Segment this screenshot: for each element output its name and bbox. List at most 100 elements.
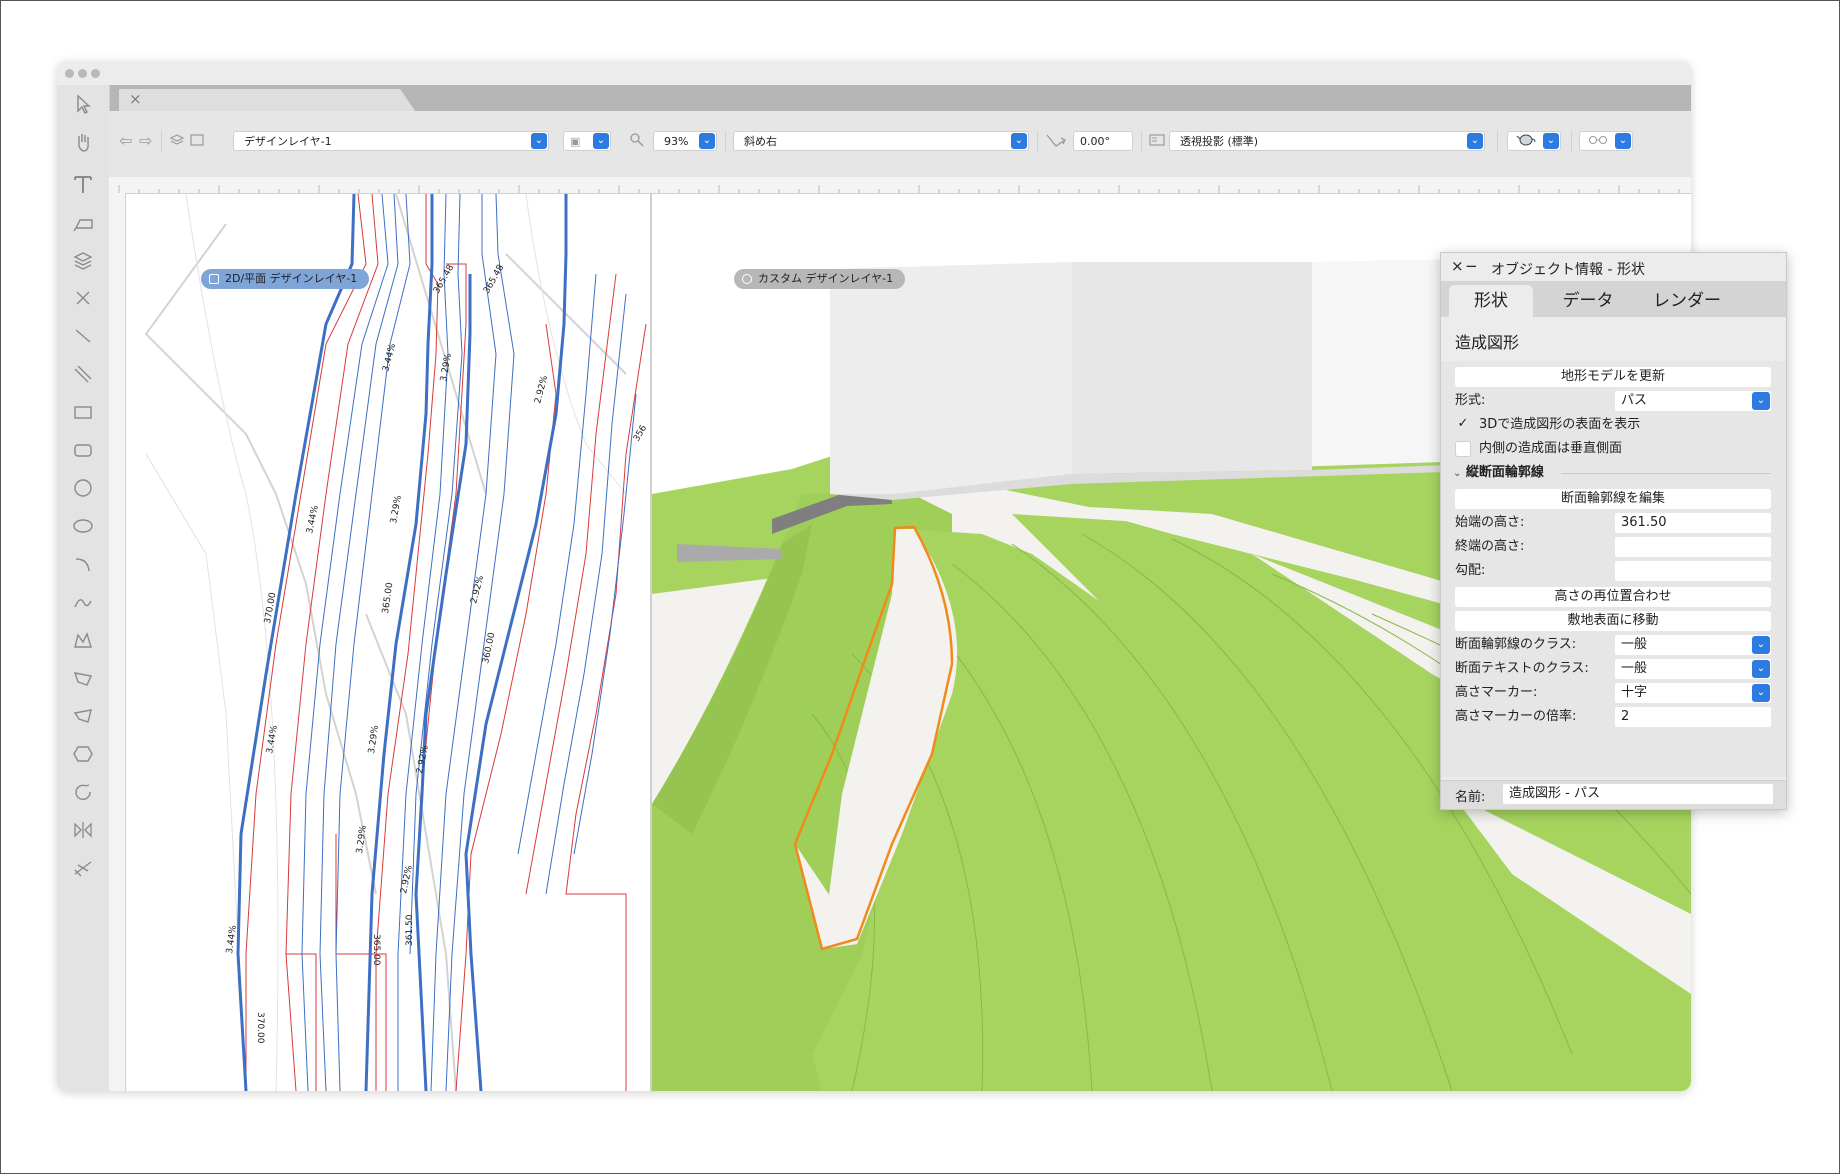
layers-icon[interactable] [169, 132, 185, 152]
plan-annotation: 3.44% [305, 504, 321, 534]
angle-field[interactable]: 0.00° [1073, 131, 1133, 151]
document-tab[interactable] [119, 89, 415, 111]
sheet-icon[interactable] [189, 132, 205, 152]
polygon-tool-icon[interactable] [71, 667, 95, 691]
edit-profile-button[interactable]: 断面輪郭線を編集 [1455, 489, 1771, 509]
oval-tool-icon[interactable] [71, 515, 95, 539]
slope-field[interactable] [1615, 561, 1771, 581]
pan-tool-icon[interactable] [71, 131, 95, 155]
form-select-value: パス [1621, 393, 1648, 408]
close-icon[interactable]: × [1451, 257, 1464, 275]
selection-tool-icon[interactable] [71, 93, 95, 117]
toolbar-separator [1141, 131, 1142, 153]
callout-tool-icon[interactable] [71, 211, 95, 235]
rectangle-tool-icon[interactable] [71, 401, 95, 425]
window-minimize-dot[interactable] [78, 69, 87, 78]
horizontal-ruler[interactable] [109, 177, 1691, 194]
vertical-side-checkbox[interactable] [1455, 441, 1471, 457]
tab-render[interactable]: レンダー [1637, 285, 1737, 317]
plan-drawing: 365.48 365.48 3.44% 3.29% 2.92% 3.44% 37… [144, 194, 649, 1091]
chevron-down-icon: ⌄ [1752, 684, 1770, 702]
projection-select[interactable]: 透視投影 (標準) ⌄ [1169, 131, 1485, 151]
plan-annotation: 360.00 [481, 631, 497, 664]
render-style-select[interactable]: ⌄ [1507, 131, 1561, 151]
start-height-label: 始端の高さ: [1455, 515, 1525, 530]
show-3d-surface-checkbox[interactable]: ✓ [1455, 417, 1471, 433]
plan-annotation: 361.50 [405, 914, 415, 946]
3d-view-label[interactable]: カスタム デザインレイヤ-1 [734, 269, 906, 289]
palette-title: オブジェクト情報 - 形状 [1491, 262, 1645, 278]
layer-select[interactable]: デザインレイヤ-1 ⌄ [233, 131, 549, 151]
hexagon-tool-icon[interactable] [71, 743, 95, 767]
window-close-dot[interactable] [65, 69, 74, 78]
render-mode-select[interactable]: ▣ ⌄ [563, 131, 611, 151]
3d-view-label-text: カスタム デザインレイヤ-1 [758, 272, 894, 285]
collapse-icon[interactable]: − [1465, 257, 1478, 275]
plan-view-label-text: 2D/平面 デザインレイヤ-1 [225, 272, 358, 285]
window-zoom-dot[interactable] [91, 69, 100, 78]
plan-annotation: 365.00 [371, 934, 381, 966]
angle-value: 0.00° [1080, 135, 1110, 148]
toolbar-separator [725, 131, 726, 153]
mirror-tool-icon[interactable] [71, 819, 95, 843]
chevron-down-icon: ⌄ [1453, 468, 1462, 479]
double-line-tool-icon[interactable] [71, 363, 95, 387]
back-arrow-icon[interactable]: ⇦ [119, 132, 132, 150]
polyline-tool-icon[interactable] [71, 629, 95, 653]
height-marker-label: 高さマーカー: [1455, 685, 1538, 700]
line-tool-icon[interactable] [71, 325, 95, 349]
tab-data[interactable]: データ [1543, 285, 1633, 317]
freehand-tool-icon[interactable] [71, 591, 95, 615]
height-marker-select[interactable]: 十字 ⌄ [1615, 683, 1771, 703]
zoom-icon[interactable] [629, 132, 645, 152]
text-tool-icon[interactable] [71, 173, 95, 197]
projection-icon[interactable] [1149, 132, 1165, 152]
tab-close-icon[interactable]: × [129, 90, 142, 108]
view-select[interactable]: 斜め右 ⌄ [733, 131, 1029, 151]
vertical-side-label: 内側の造成面は垂直側面 [1479, 441, 1623, 456]
double-polygon-tool-icon[interactable] [71, 705, 95, 729]
projection-select-value: 透視投影 (標準) [1180, 135, 1259, 148]
name-field[interactable]: 造成図形 - パス [1503, 784, 1773, 804]
3d-view-icon [742, 274, 752, 284]
plan-annotation: 3.29% [389, 494, 404, 524]
toolbar-separator [1497, 131, 1498, 153]
end-height-field[interactable] [1615, 537, 1771, 557]
text-class-select[interactable]: 一般 ⌄ [1615, 659, 1771, 679]
vertical-ruler[interactable] [109, 193, 126, 1091]
toolbar-separator [161, 131, 162, 153]
palette-header[interactable]: × − オブジェクト情報 - 形状 [1441, 253, 1786, 281]
layer-select-value: デザインレイヤ-1 [244, 135, 332, 148]
chevron-down-icon: ⌄ [1011, 133, 1027, 149]
update-site-model-button[interactable]: 地形モデルを更新 [1455, 367, 1771, 387]
marker-scale-label: 高さマーカーの倍率: [1455, 709, 1577, 724]
reposition-heights-button[interactable]: 高さの再位置合わせ [1455, 587, 1771, 607]
rounded-rectangle-tool-icon[interactable] [71, 439, 95, 463]
plan-annotation: 370.00 [255, 1012, 265, 1044]
circle-tool-icon[interactable] [71, 477, 95, 501]
marker-scale-field[interactable]: 2 [1615, 707, 1771, 727]
object-info-palette: × − オブジェクト情報 - 形状 形状 データ レンダー 造成図形 地形モデル… [1440, 252, 1787, 810]
rotate-plane-icon[interactable] [1045, 132, 1067, 154]
move-to-site-surface-button[interactable]: 敷地表面に移動 [1455, 611, 1771, 631]
spiral-tool-icon[interactable] [71, 781, 95, 805]
plan-view-label[interactable]: 2D/平面 デザインレイヤ-1 [201, 269, 370, 289]
layer-stack-icon[interactable] [71, 249, 95, 273]
stereo-view-select[interactable]: ⌄ [1579, 131, 1633, 151]
section-toggle[interactable]: ⌄ 縦断面輪郭線 [1453, 463, 1544, 484]
zoom-select[interactable]: 93% ⌄ [653, 131, 717, 151]
text-class-label: 断面テキストのクラス: [1455, 661, 1589, 676]
locus-tool-icon[interactable] [71, 287, 95, 311]
forward-arrow-icon[interactable]: ⇨ [139, 132, 152, 150]
plan-view-2d[interactable]: 365.48 365.48 3.44% 3.29% 2.92% 3.44% 37… [126, 194, 650, 1091]
plan-view-icon [209, 274, 219, 284]
tab-shape[interactable]: 形状 [1449, 285, 1533, 317]
profile-class-select[interactable]: 一般 ⌄ [1615, 635, 1771, 655]
form-select[interactable]: パス ⌄ [1615, 391, 1771, 411]
reshape-tool-icon[interactable] [71, 857, 95, 881]
start-height-field[interactable]: 361.50 [1615, 513, 1771, 533]
plan-annotation: 356 [632, 423, 649, 443]
arc-tool-icon[interactable] [71, 553, 95, 577]
title-bar [57, 61, 1691, 85]
chevron-down-icon: ⌄ [1467, 133, 1483, 149]
